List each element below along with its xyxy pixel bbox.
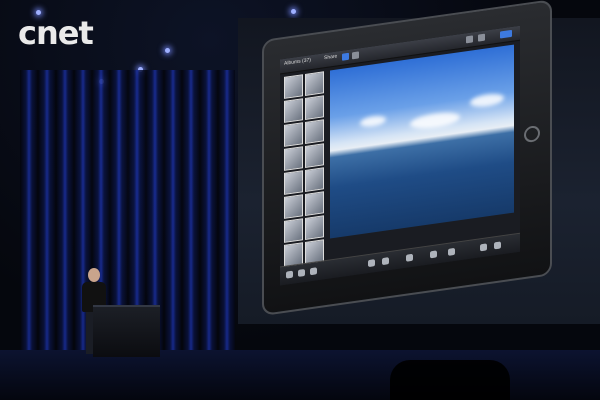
cnet-logo: cnet [18,14,94,52]
photo-thumbnail[interactable] [284,98,303,123]
done-button[interactable] [500,29,512,39]
close-icon[interactable] [448,247,455,256]
photo-thumbnail[interactable] [284,170,303,195]
photo-thumbnail[interactable] [305,119,324,144]
ceiling-light [291,9,296,14]
ipad-device: Albums (37) Share [262,0,552,316]
photo-thumbnail[interactable] [305,191,324,216]
crop-icon[interactable] [352,51,359,60]
photo-thumbnail[interactable] [305,167,324,192]
main-photo-seascape [330,44,514,239]
toolbar-label: Share [324,53,338,62]
photo-thumbnail[interactable] [305,71,324,96]
redo-icon[interactable] [494,241,501,250]
photo-thumbnail[interactable] [305,95,324,120]
presenter-head [88,268,100,282]
album-label: Albums (37) [284,57,311,67]
crop-tool-icon[interactable] [368,259,375,268]
podium [93,305,160,357]
ceiling-light [165,48,170,53]
cloud [410,110,460,132]
undo-icon[interactable] [480,243,487,252]
photo-thumbnail[interactable] [284,122,303,147]
brush-icon[interactable] [310,267,317,276]
photo-thumbnail[interactable] [284,146,303,171]
share-icon[interactable] [466,35,473,44]
filter-icon[interactable] [382,257,389,266]
enhance-icon[interactable] [298,268,305,277]
rotate-icon[interactable] [286,270,293,279]
photo-thumbnail[interactable] [305,143,324,168]
settings-icon[interactable] [478,33,485,42]
edit-icon[interactable] [342,52,349,61]
keynote-stage: Albums (37) Share cnet [0,0,600,400]
photo-thumbnail[interactable] [284,74,303,99]
thumbnail-strip [284,71,324,267]
share-bottom-icon[interactable] [430,250,437,259]
photo-thumbnail[interactable] [284,194,303,219]
home-button [524,124,540,144]
photo-thumbnail[interactable] [305,215,324,240]
logo-text: cnet [18,14,94,52]
cloud [360,114,386,129]
ipad-display: Albums (37) Share [280,25,520,286]
cloud [470,91,504,109]
stage-floor [0,350,600,400]
trash-icon[interactable] [406,253,413,262]
camera-silhouette [390,360,510,400]
photo-thumbnail[interactable] [284,218,303,243]
